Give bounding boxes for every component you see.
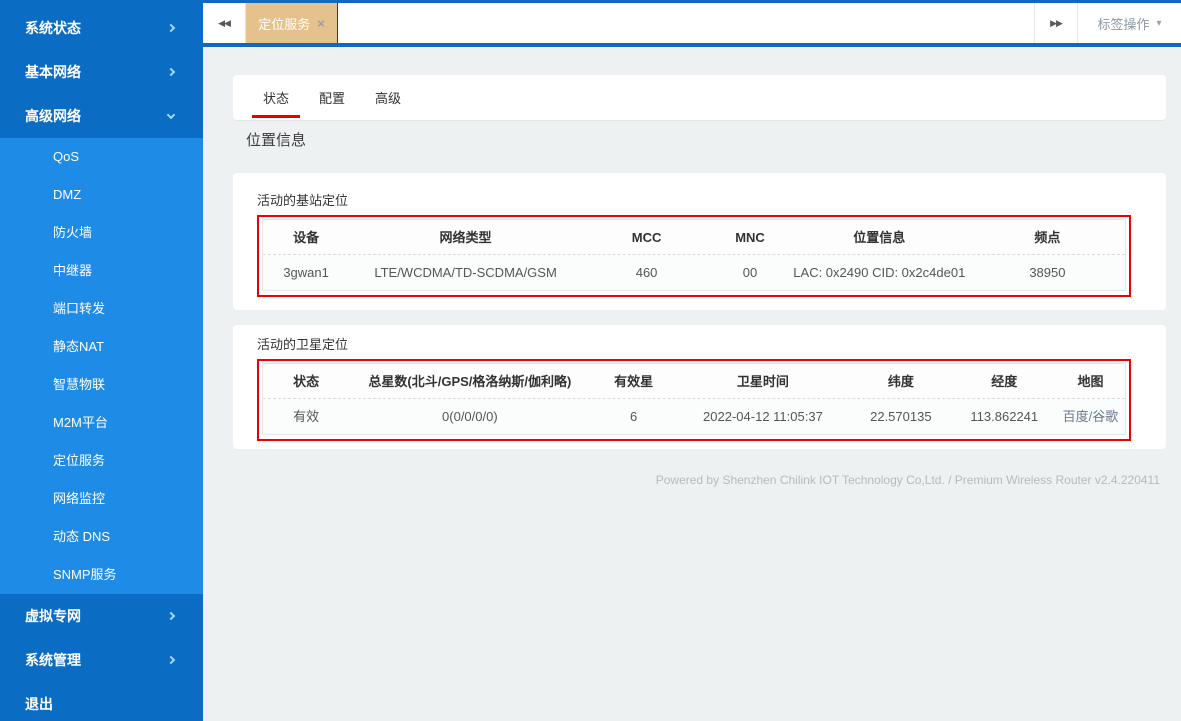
column-header: 网络类型 (349, 220, 582, 254)
close-icon[interactable]: × (317, 16, 325, 31)
sidebar-item-m2m-platform[interactable]: M2M平台 (0, 404, 203, 442)
mnc-cell: 00 (711, 255, 789, 290)
column-header: 总星数(北斗/GPS/格洛纳斯/伽利略) (349, 364, 590, 398)
column-header: MNC (711, 220, 789, 254)
scroll-tabs-right-button[interactable]: ▶▶ (1034, 3, 1077, 43)
sidebar-item-smart-iot[interactable]: 智慧物联 (0, 366, 203, 404)
sidebar-item-port-forwarding[interactable]: 端口转发 (0, 290, 203, 328)
column-header: 地图 (1056, 364, 1125, 398)
station-table: 设备 网络类型 MCC MNC 位置信息 频点 3gwan1 LTE/WCDMA… (262, 219, 1126, 291)
caret-down-icon: ▾ (1156, 18, 1161, 29)
sidebar-item-static-nat[interactable]: 静态NAT (0, 328, 203, 366)
chevron-right-icon (167, 68, 175, 76)
column-header: 有效星 (591, 364, 677, 398)
sidebar: 系统状态 基本网络 高级网络 QoS DMZ 防火墙 中继器 端口转发 静态NA… (0, 0, 203, 721)
scroll-left-icon: ◀◀ (218, 18, 230, 29)
tab-strip: ◀◀ 定位服务 × ▶▶ 标签操作 ▾ (203, 0, 1181, 47)
location-info-cell: LAC: 0x2490 CID: 0x2c4de01 (789, 255, 970, 290)
mcc-cell: 460 (582, 255, 711, 290)
tab-label: 定位服务 (258, 14, 310, 33)
sidebar-item-snmp-service[interactable]: SNMP服务 (0, 556, 203, 594)
tab-actions-dropdown[interactable]: 标签操作 ▾ (1077, 3, 1181, 43)
sidebar-item-dmz[interactable]: DMZ (0, 176, 203, 214)
device-cell: 3gwan1 (263, 255, 349, 290)
chevron-down-icon (167, 110, 175, 118)
chevron-right-icon (167, 656, 175, 664)
tab-strip-spacer (338, 3, 1034, 43)
scroll-tabs-left-button[interactable]: ◀◀ (203, 3, 246, 43)
scroll-right-icon: ▶▶ (1050, 18, 1062, 29)
sidebar-item-system-management[interactable]: 系统管理 (0, 638, 203, 682)
tab-actions-label: 标签操作 (1097, 14, 1149, 33)
satellite-table: 状态 总星数(北斗/GPS/格洛纳斯/伽利略) 有效星 卫星时间 纬度 经度 地… (262, 363, 1126, 435)
chevron-right-icon (167, 612, 175, 620)
table-row: 3gwan1 LTE/WCDMA/TD-SCDMA/GSM 460 00 LAC… (263, 255, 1125, 290)
sidebar-item-label: 退出 (25, 694, 53, 714)
sidebar-item-label: 高级网络 (25, 106, 81, 126)
column-header: 设备 (263, 220, 349, 254)
column-header: 频点 (970, 220, 1125, 254)
sidebar-item-dynamic-dns[interactable]: 动态 DNS (0, 518, 203, 556)
sidebar-item-network-monitor[interactable]: 网络监控 (0, 480, 203, 518)
sidebar-item-system-status[interactable]: 系统状态 (0, 6, 203, 50)
sidebar-item-firewall[interactable]: 防火墙 (0, 214, 203, 252)
chevron-right-icon (167, 24, 175, 32)
valid-satellites-cell: 6 (591, 399, 677, 434)
network-type-cell: LTE/WCDMA/TD-SCDMA/GSM (349, 255, 582, 290)
column-header: MCC (582, 220, 711, 254)
table-header-row: 状态 总星数(北斗/GPS/格洛纳斯/伽利略) 有效星 卫星时间 纬度 经度 地… (263, 364, 1125, 399)
map-links[interactable]: 百度/谷歌 (1056, 399, 1125, 434)
sidebar-item-qos[interactable]: QoS (0, 138, 203, 176)
sidebar-item-label: 基本网络 (25, 62, 81, 82)
sidebar-item-location-service[interactable]: 定位服务 (0, 442, 203, 480)
satellite-count-cell: 0(0/0/0/0) (349, 399, 590, 434)
footer-text: Powered by Shenzhen Chilink IOT Technolo… (656, 473, 1160, 487)
column-header: 卫星时间 (677, 364, 849, 398)
longitude-cell: 113.862241 (953, 399, 1056, 434)
tab-config[interactable]: 配置 (317, 75, 347, 120)
sidebar-submenu: QoS DMZ 防火墙 中继器 端口转发 静态NAT 智慧物联 M2M平台 定位… (0, 138, 203, 594)
sidebar-item-advanced-network[interactable]: 高级网络 (0, 94, 203, 138)
content-area: 状态 配置 高级 位置信息 活动的基站定位 设备 网络类型 MCC MNC 位置… (203, 47, 1181, 721)
column-header: 经度 (953, 364, 1056, 398)
sidebar-item-vpn[interactable]: 虚拟专网 (0, 594, 203, 638)
satellite-location-panel: 活动的卫星定位 状态 总星数(北斗/GPS/格洛纳斯/伽利略) 有效星 卫星时间… (233, 325, 1166, 449)
tab-advanced[interactable]: 高级 (373, 75, 403, 120)
tab-status[interactable]: 状态 (261, 75, 291, 120)
sidebar-item-repeater[interactable]: 中继器 (0, 252, 203, 290)
page-title: 位置信息 (246, 129, 306, 150)
sidebar-item-logout[interactable]: 退出 (0, 682, 203, 721)
sidebar-item-label: 系统状态 (25, 18, 81, 38)
router-admin-app: 系统状态 基本网络 高级网络 QoS DMZ 防火墙 中继器 端口转发 静态NA… (0, 0, 1181, 721)
satellite-panel-title: 活动的卫星定位 (257, 335, 1131, 355)
column-header: 位置信息 (789, 220, 970, 254)
tab-location-service[interactable]: 定位服务 × (246, 3, 338, 43)
status-cell: 有效 (263, 399, 349, 434)
table-header-row: 设备 网络类型 MCC MNC 位置信息 频点 (263, 220, 1125, 255)
station-location-panel: 活动的基站定位 设备 网络类型 MCC MNC 位置信息 频点 3gwan1 L… (233, 173, 1166, 310)
frequency-cell: 38950 (970, 255, 1125, 290)
sidebar-item-label: 虚拟专网 (25, 606, 81, 626)
satellite-time-cell: 2022-04-12 11:05:37 (677, 399, 849, 434)
latitude-cell: 22.570135 (849, 399, 952, 434)
section-tabs: 状态 配置 高级 (233, 75, 1166, 121)
station-table-highlight: 设备 网络类型 MCC MNC 位置信息 频点 3gwan1 LTE/WCDMA… (257, 215, 1131, 297)
satellite-table-highlight: 状态 总星数(北斗/GPS/格洛纳斯/伽利略) 有效星 卫星时间 纬度 经度 地… (257, 359, 1131, 441)
sidebar-item-label: 系统管理 (25, 650, 81, 670)
sidebar-item-basic-network[interactable]: 基本网络 (0, 50, 203, 94)
table-row: 有效 0(0/0/0/0) 6 2022-04-12 11:05:37 22.5… (263, 399, 1125, 434)
station-panel-title: 活动的基站定位 (257, 191, 1131, 211)
column-header: 状态 (263, 364, 349, 398)
column-header: 纬度 (849, 364, 952, 398)
